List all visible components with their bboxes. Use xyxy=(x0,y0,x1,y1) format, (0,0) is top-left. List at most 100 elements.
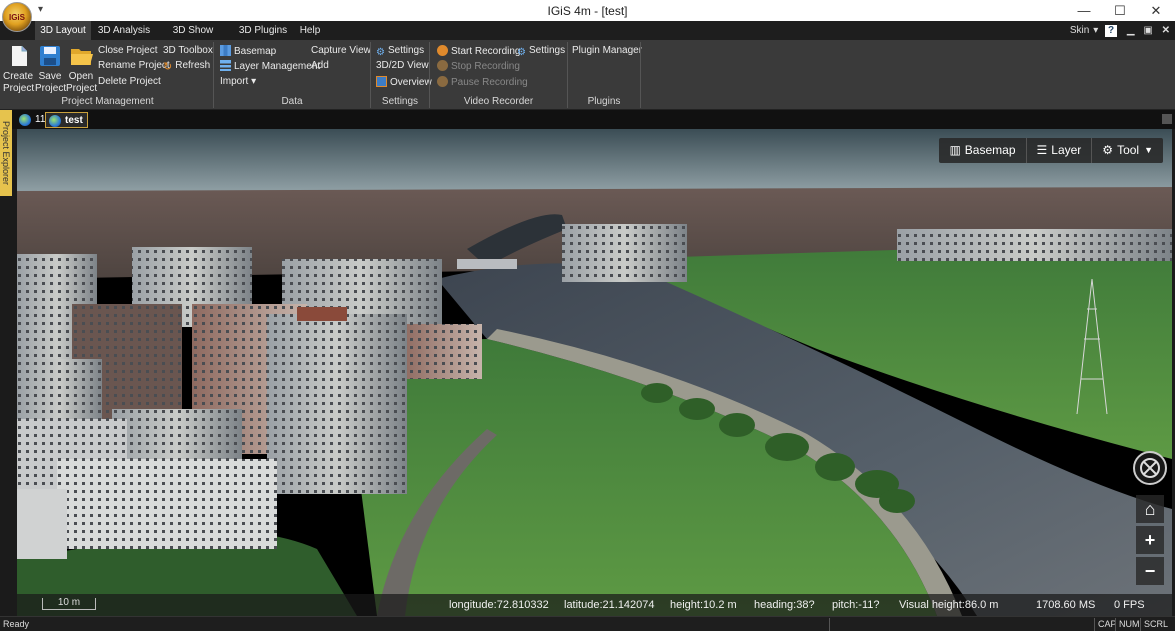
fps-readout: 0 FPS xyxy=(1114,599,1145,611)
ribbon: Create Project Save Project Open Project… xyxy=(0,40,1175,110)
ribbon-divider xyxy=(640,42,641,108)
close-button[interactable]: ✕ xyxy=(1139,1,1173,20)
layer-management-button[interactable]: Layer Management xyxy=(220,60,320,73)
layer-toolbar-label: Layer xyxy=(1051,143,1082,157)
tab-3d-show-cases[interactable]: 3D Show Cases xyxy=(158,21,228,55)
rename-project-button[interactable]: Rename Project xyxy=(98,60,170,72)
basemap-toolbar-label: Basemap xyxy=(964,143,1016,157)
close-project-button[interactable]: Close Project xyxy=(98,45,157,57)
longitude-readout: longitude:72.810332 xyxy=(449,599,549,611)
tool-toolbar-button[interactable]: ⚙ Tool ▼ xyxy=(1091,138,1163,163)
tool-toolbar-label: Tool xyxy=(1117,143,1140,157)
globe-icon xyxy=(49,115,61,127)
ribbon-restore-icon[interactable]: ▣ xyxy=(1143,25,1152,36)
minimize-button[interactable]: — xyxy=(1067,1,1101,20)
tools-icon: ⚙ xyxy=(1102,143,1114,157)
viewport-status-bar: 10 m longitude:72.810332 latitude:21.142… xyxy=(17,594,1172,616)
basemap-icon xyxy=(220,45,231,56)
folder-icon xyxy=(71,49,93,65)
render-time-readout: 1708.60 MS xyxy=(1036,599,1096,611)
open-project-label: Open Project xyxy=(66,71,98,94)
plus-icon[interactable]: + xyxy=(1136,526,1164,554)
save-project-button[interactable]: Save Project xyxy=(35,40,67,96)
maximize-button[interactable]: ☐ xyxy=(1103,1,1137,20)
plugins-group-label: Plugins xyxy=(587,96,621,107)
import-label: Import xyxy=(220,76,249,87)
minus-icon[interactable]: − xyxy=(1136,557,1164,585)
add-button[interactable]: Add xyxy=(311,60,329,72)
map-toolbar: ▥ Basemap ☰ Layer ⚙ Tool ▼ xyxy=(939,138,1163,163)
3d-toolbox-button[interactable]: 3D Toolbox xyxy=(163,45,213,57)
latitude-readout: latitude:21.142074 xyxy=(564,599,655,611)
ribbon-close-icon[interactable]: ✕ xyxy=(1162,25,1170,36)
start-recording-button[interactable]: Start Recording xyxy=(437,45,520,58)
3d-viewport[interactable]: ▥ Basemap ☰ Layer ⚙ Tool ▼ ⌂ + − 10 m longit… xyxy=(17,129,1172,616)
video-recorder-group-label: Video Recorder xyxy=(463,96,534,107)
ribbon-minimize-icon[interactable]: ▁ xyxy=(1127,25,1135,36)
basemap-ribbon-button[interactable]: Basemap xyxy=(220,45,276,58)
home-icon[interactable]: ⌂ xyxy=(1136,495,1164,523)
basemap-ribbon-label: Basemap xyxy=(234,46,277,57)
status-bar: Ready CAP NUM SCRL xyxy=(0,616,1175,631)
layers-icon xyxy=(220,60,231,71)
3d-scene[interactable] xyxy=(17,129,1172,616)
app-logo[interactable]: IGiS xyxy=(2,2,32,32)
plugin-manager-button[interactable]: Plugin Manager xyxy=(572,45,642,57)
tab-overflow-icon[interactable] xyxy=(1162,114,1172,124)
overview-icon xyxy=(376,76,387,87)
map-icon: ▥ xyxy=(949,143,961,157)
open-project-button[interactable]: Open Project xyxy=(66,40,98,96)
create-project-label: Create Project xyxy=(3,71,35,94)
compass-icon[interactable] xyxy=(1133,451,1167,485)
tab-help[interactable]: Help xyxy=(295,21,325,40)
overview-button[interactable]: Overview xyxy=(376,76,432,89)
document-tabs: 11 test xyxy=(0,110,1175,129)
window-title: IGiS 4m - [test] xyxy=(547,4,628,18)
help-icon[interactable]: ? xyxy=(1105,25,1118,37)
height-readout: height:10.2 m xyxy=(670,599,737,611)
layer-toolbar-button[interactable]: ☰ Layer xyxy=(1025,138,1092,163)
project-explorer-tab[interactable]: Project Explorer xyxy=(0,110,12,196)
new-file-icon xyxy=(12,46,27,66)
tab-3d-analysis[interactable]: 3D Analysis xyxy=(96,21,152,40)
3d-2d-view-button[interactable]: 3D/2D View xyxy=(376,60,429,72)
pause-icon xyxy=(437,76,448,87)
chevron-down-icon[interactable]: ▾ xyxy=(1093,25,1098,36)
app-logo-text: IGiS xyxy=(8,12,25,22)
tab-3d-layout[interactable]: 3D Layout xyxy=(35,21,91,40)
settings-label: Settings xyxy=(387,45,425,56)
project-management-group-label: Project Management xyxy=(61,96,154,107)
menu-bar: 3D Layout 3D Analysis 3D Show Cases 3D P… xyxy=(0,21,1175,55)
refresh-label: Refresh xyxy=(175,60,211,71)
save-project-label: Save Project xyxy=(35,71,67,94)
stop-icon xyxy=(437,60,448,71)
visual-height-readout: Visual height:86.0 m xyxy=(899,599,999,611)
refresh-button[interactable]: ↻ Refresh xyxy=(163,60,211,73)
skin-dropdown[interactable]: Skin xyxy=(1070,25,1089,36)
import-dropdown[interactable]: Import ▾ xyxy=(220,76,256,88)
capture-view-button[interactable]: Capture View xyxy=(311,45,371,57)
pitch-readout: pitch:-11? xyxy=(832,599,880,611)
save-icon xyxy=(40,46,60,66)
start-recording-label: Start Recording xyxy=(451,46,521,57)
recorder-settings-button[interactable]: ⚙ Settings xyxy=(517,45,565,58)
doc-tab-label: 11 xyxy=(35,114,46,125)
num-lock-indicator: NUM xyxy=(1115,618,1143,631)
refresh-icon: ↻ xyxy=(163,61,173,73)
tab-3d-plugins[interactable]: 3D Plugins xyxy=(235,21,291,40)
title-bar: IGiS ▾ IGiS 4m - [test] — ☐ ✕ xyxy=(0,0,1175,32)
chevron-down-icon: ▼ xyxy=(1144,145,1153,155)
record-icon xyxy=(437,45,448,56)
doc-tab-test[interactable]: test xyxy=(45,112,88,128)
stop-recording-button[interactable]: Stop Recording xyxy=(437,60,520,73)
create-project-button[interactable]: Create Project xyxy=(3,40,35,96)
settings-button[interactable]: ⚙ Settings xyxy=(376,45,424,58)
gear-icon: ⚙ xyxy=(376,47,385,58)
pause-recording-label: Pause Recording xyxy=(451,77,528,88)
delete-project-button[interactable]: Delete Project xyxy=(98,76,161,88)
basemap-toolbar-button[interactable]: ▥ Basemap xyxy=(939,138,1025,163)
settings-group-label: Settings xyxy=(381,96,419,107)
pause-recording-button[interactable]: Pause Recording xyxy=(437,76,528,89)
heading-readout: heading:38? xyxy=(754,599,815,611)
gear-icon: ⚙ xyxy=(517,47,526,58)
